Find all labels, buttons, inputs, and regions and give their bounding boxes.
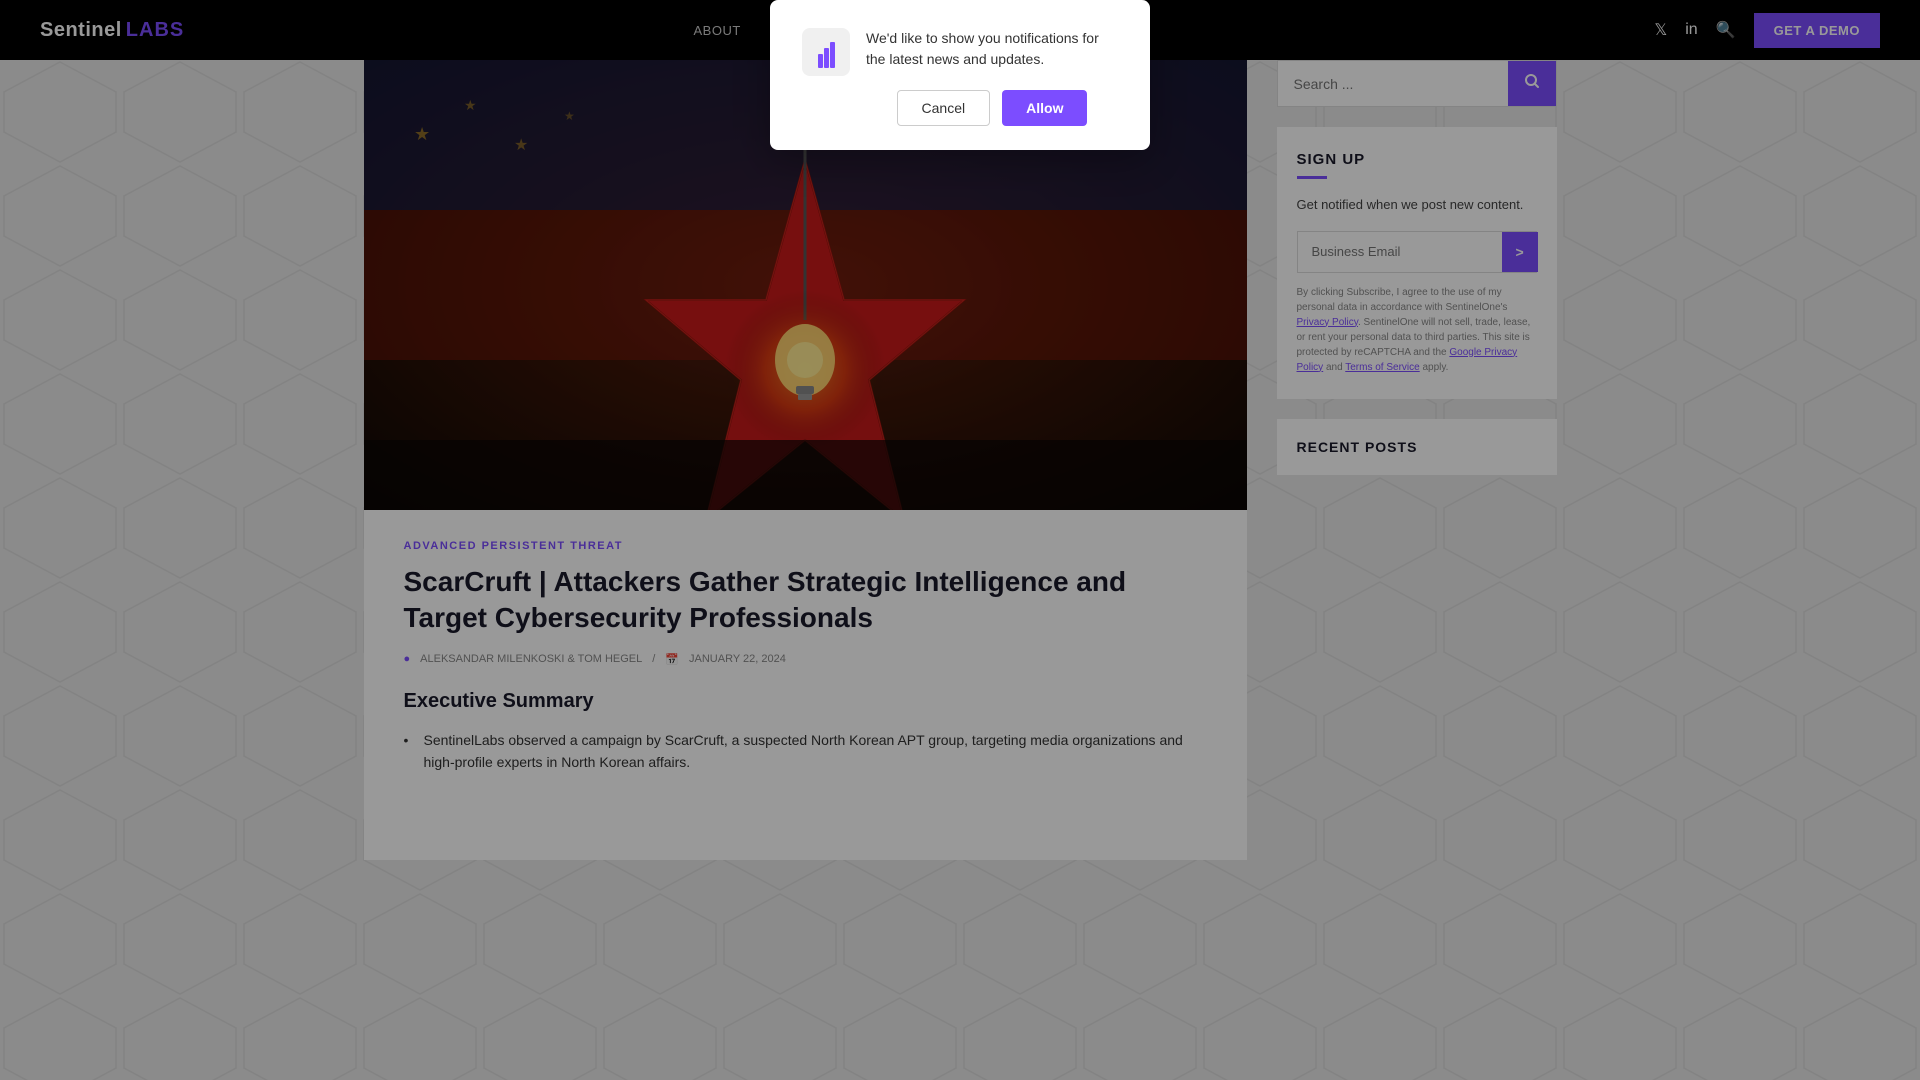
modal-content: We'd like to show you notifications for … — [866, 28, 1118, 126]
modal-text: We'd like to show you notifications for … — [866, 28, 1118, 70]
cancel-button[interactable]: Cancel — [897, 90, 991, 126]
notification-modal-icon — [802, 28, 850, 76]
modal-overlay: We'd like to show you notifications for … — [0, 0, 1920, 1080]
allow-button[interactable]: Allow — [1002, 90, 1087, 126]
modal-actions: Cancel Allow — [866, 90, 1118, 126]
notification-modal: We'd like to show you notifications for … — [770, 0, 1150, 150]
